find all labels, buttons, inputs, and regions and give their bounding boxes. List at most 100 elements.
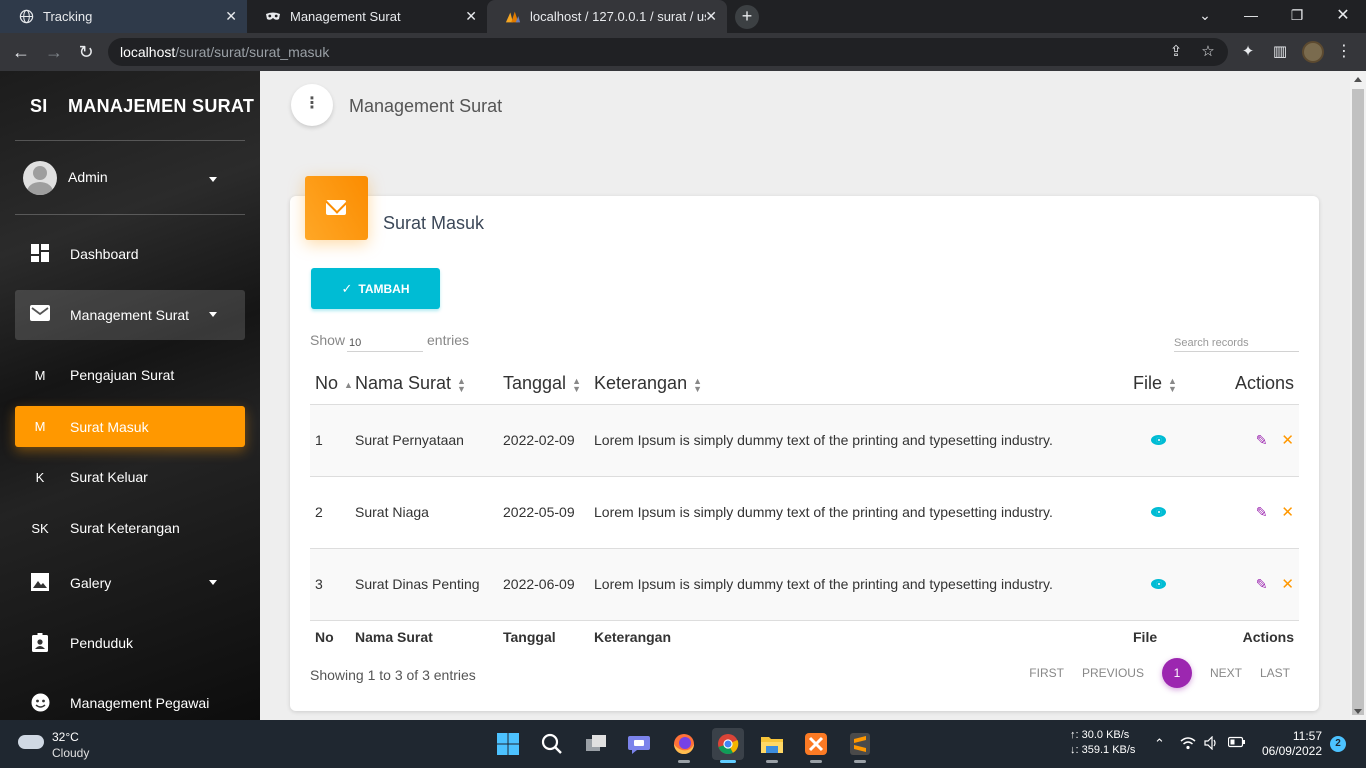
url-host: localhost bbox=[120, 44, 176, 60]
sidebar-item-label: Galery bbox=[70, 575, 112, 591]
edit-icon[interactable]: ✎ bbox=[1256, 504, 1268, 520]
search-button[interactable] bbox=[536, 728, 568, 760]
sidebar-item-galery[interactable]: Galery bbox=[15, 558, 245, 608]
url-input[interactable]: i localhost/surat/surat/surat_masuk bbox=[108, 38, 1228, 523]
last-page-button[interactable]: LAST bbox=[1260, 666, 1290, 680]
chat-icon bbox=[628, 736, 650, 754]
previous-page-button[interactable]: PREVIOUS bbox=[1082, 666, 1144, 680]
column-header-nama-surat[interactable]: Nama Surat ▲ ▼ bbox=[355, 364, 503, 404]
clock[interactable]: 11:57 06/09/2022 bbox=[1256, 729, 1322, 759]
page-scrollbar[interactable] bbox=[1350, 71, 1366, 720]
close-icon[interactable]: ✕ bbox=[465, 8, 477, 25]
eye-icon[interactable] bbox=[1151, 435, 1166, 445]
restore-button[interactable]: ❐ bbox=[1274, 0, 1320, 33]
minimize-button[interactable]: — bbox=[1228, 0, 1274, 33]
user-menu[interactable]: Admin bbox=[23, 161, 108, 195]
file-explorer-button[interactable] bbox=[756, 728, 788, 763]
first-page-button[interactable]: FIRST bbox=[1029, 666, 1064, 680]
sidebar-item-management-surat[interactable]: Management Surat bbox=[15, 290, 245, 340]
firefox-button[interactable] bbox=[668, 728, 700, 763]
running-indicator bbox=[810, 760, 822, 763]
new-tab-button[interactable]: + bbox=[735, 5, 759, 29]
column-header-no[interactable]: No ▲ bbox=[310, 364, 355, 404]
xampp-button[interactable] bbox=[800, 728, 832, 763]
tab-phpmyadmin[interactable]: localhost / 127.0.0.1 / surat / use ✕ bbox=[487, 0, 727, 33]
sidebar-item-mini: M bbox=[34, 367, 46, 383]
column-header-file[interactable]: File ▲ ▼ bbox=[1121, 364, 1219, 404]
tab-management-surat[interactable]: Management Surat ✕ bbox=[247, 0, 487, 33]
close-icon[interactable]: ✕ bbox=[1281, 504, 1294, 521]
next-page-button[interactable]: NEXT bbox=[1210, 666, 1242, 680]
chrome-icon bbox=[718, 734, 739, 755]
edit-icon[interactable]: ✎ bbox=[1256, 576, 1268, 592]
upload-speed: ↑: 30.0 KB/s bbox=[1070, 729, 1130, 741]
cell-actions: ✎ ✕ bbox=[1219, 547, 1299, 620]
user-name: Admin bbox=[68, 169, 108, 185]
sidebar-item-surat-keterangan[interactable]: SK Surat Keterangan bbox=[15, 503, 245, 553]
side-panel-icon[interactable]: ▥ bbox=[1270, 42, 1290, 62]
column-label: Nama Surat bbox=[355, 373, 452, 394]
sidebar-toggle-button[interactable]: ⋮ bbox=[291, 84, 333, 126]
close-icon[interactable]: ✕ bbox=[1281, 432, 1294, 449]
tab-search-button[interactable]: ⌄ bbox=[1182, 0, 1228, 33]
cell-tanggal: 2022-06-09 bbox=[503, 547, 594, 620]
chevron-down-icon[interactable] bbox=[209, 177, 217, 182]
chrome-button[interactable] bbox=[712, 728, 744, 763]
chevron-down-icon bbox=[209, 312, 217, 317]
sidebar-item-label: Surat Keluar bbox=[70, 469, 148, 485]
sidebar-item-dashboard[interactable]: Dashboard bbox=[15, 229, 245, 279]
search-icon bbox=[541, 733, 562, 754]
close-icon[interactable]: ✕ bbox=[705, 8, 717, 25]
taskbar: 32°C Cloudy ↑: 30.0 KB/s ↓: 359.1 KB/s ⌃ bbox=[0, 720, 1366, 768]
teams-chat-button[interactable] bbox=[624, 728, 656, 760]
bookmark-star-icon[interactable]: ☆ bbox=[1198, 42, 1218, 60]
reload-button[interactable]: ↻ bbox=[75, 42, 97, 64]
cell-file bbox=[1121, 475, 1219, 548]
search-input[interactable] bbox=[1174, 330, 1299, 352]
window-close-button[interactable]: ✕ bbox=[1320, 0, 1366, 33]
scroll-thumb[interactable] bbox=[1352, 89, 1364, 715]
cell-actions: ✎ ✕ bbox=[1219, 475, 1299, 548]
task-view-button[interactable] bbox=[580, 728, 612, 760]
browser-menu-icon[interactable]: ⋮ bbox=[1336, 41, 1352, 61]
eye-icon[interactable] bbox=[1151, 579, 1166, 589]
share-icon[interactable]: ⇪ bbox=[1166, 42, 1186, 60]
table-footer-row: No Nama Surat Tanggal Keterangan File Ac… bbox=[310, 619, 1299, 650]
forward-button[interactable]: → bbox=[43, 42, 65, 64]
brand-title: MANAJEMEN SURAT bbox=[68, 96, 255, 116]
sidebar-item-pengajuan-surat[interactable]: M Pengajuan Surat bbox=[15, 350, 245, 400]
wifi-icon[interactable] bbox=[1180, 736, 1196, 753]
eye-icon[interactable] bbox=[1151, 507, 1166, 517]
sublime-button[interactable] bbox=[844, 728, 876, 763]
column-header-keterangan[interactable]: Keterangan ▲ ▼ bbox=[594, 364, 1121, 404]
cell-actions: ✎ ✕ bbox=[1219, 403, 1299, 476]
add-button-label: TAMBAH bbox=[358, 281, 410, 296]
footer-label: File bbox=[1121, 619, 1219, 650]
clock-time: 11:57 bbox=[1292, 729, 1322, 743]
brand[interactable]: SI MANAJEMEN SURAT bbox=[0, 71, 260, 141]
page-length-select[interactable]: 10 bbox=[347, 334, 423, 352]
volume-icon[interactable] bbox=[1204, 735, 1219, 753]
network-speed: ↑: 30.0 KB/s ↓: 359.1 KB/s bbox=[1070, 728, 1135, 758]
sidebar-item-penduduk[interactable]: Penduduk bbox=[15, 618, 245, 668]
start-button[interactable] bbox=[492, 728, 524, 760]
back-button[interactable]: ← bbox=[10, 42, 32, 64]
page-button-current[interactable]: 1 bbox=[1161, 658, 1192, 688]
avatar[interactable] bbox=[1302, 41, 1324, 63]
extensions-icon[interactable]: ✦ bbox=[1238, 42, 1258, 62]
close-icon[interactable]: ✕ bbox=[1281, 576, 1294, 593]
edit-icon[interactable]: ✎ bbox=[1256, 432, 1268, 448]
tab-tracking[interactable]: Tracking ✕ bbox=[0, 0, 247, 33]
close-icon[interactable]: ✕ bbox=[225, 8, 237, 25]
scroll-down-icon[interactable] bbox=[1354, 709, 1362, 714]
notification-badge[interactable]: 2 bbox=[1330, 736, 1346, 752]
scroll-up-icon[interactable] bbox=[1354, 77, 1362, 82]
column-header-tanggal[interactable]: Tanggal ▲ ▼ bbox=[503, 364, 594, 404]
sidebar-item-surat-keluar[interactable]: K Surat Keluar bbox=[15, 452, 245, 502]
battery-icon[interactable] bbox=[1227, 736, 1246, 751]
sidebar-item-surat-masuk[interactable]: M Surat Masuk bbox=[15, 406, 245, 447]
chevron-up-icon[interactable]: ⌃ bbox=[1154, 736, 1165, 752]
add-button[interactable]: ✓ TAMBAH bbox=[311, 268, 440, 309]
sidebar-item-management-pegawai[interactable]: Management Pegawai bbox=[15, 678, 245, 720]
cell-nama: Surat Pernyataan bbox=[355, 403, 503, 476]
